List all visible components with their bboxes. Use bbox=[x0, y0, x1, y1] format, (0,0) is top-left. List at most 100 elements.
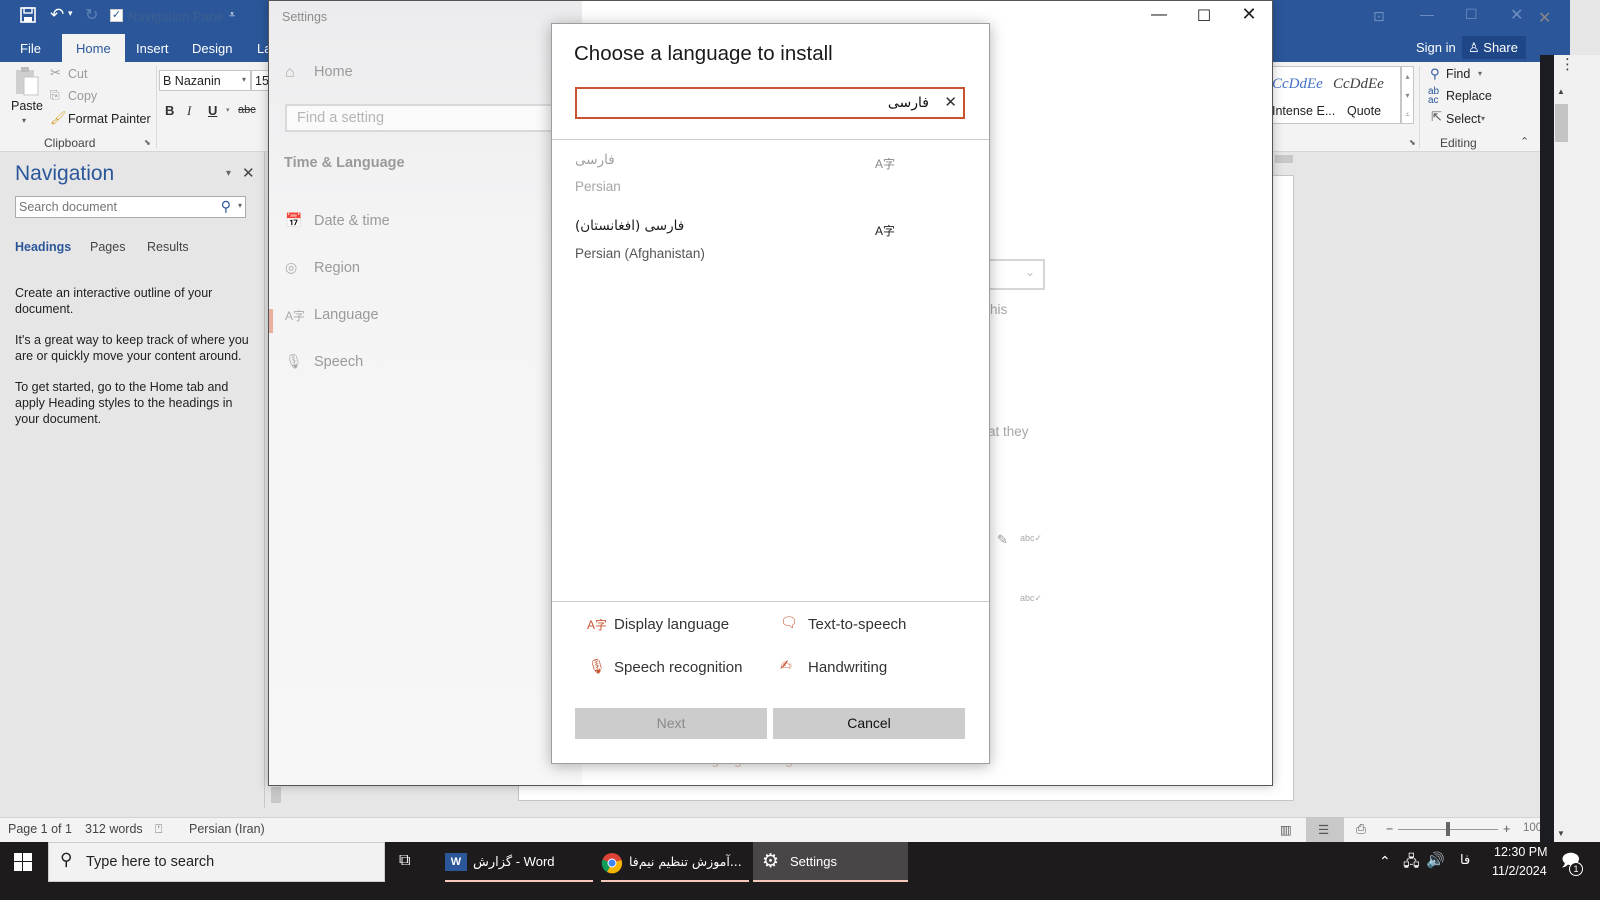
paste-button[interactable]: Paste bbox=[11, 99, 43, 113]
replace-button[interactable]: Replace bbox=[1446, 89, 1492, 103]
settings-minimize-icon[interactable]: — bbox=[1144, 6, 1174, 28]
share-button[interactable]: ♙ Share bbox=[1462, 36, 1526, 59]
clear-search-icon[interactable]: ✕ bbox=[944, 93, 957, 111]
word-icon: W bbox=[445, 853, 467, 871]
style-preview-intense[interactable]: CcDdEe bbox=[1272, 76, 1323, 93]
tab-file[interactable]: File bbox=[20, 38, 41, 59]
tab-design[interactable]: Design bbox=[192, 38, 232, 59]
volume-icon[interactable]: 🔊 bbox=[1426, 851, 1445, 869]
sign-in-link[interactable]: Sign in bbox=[1416, 40, 1456, 55]
nav-help-text: To get started, go to the Home tab and a… bbox=[15, 380, 233, 426]
customize-qat-icon[interactable]: ⩡ bbox=[229, 9, 235, 22]
taskbar-search-box[interactable]: ⚲ Type here to search bbox=[48, 842, 385, 882]
chevron-down-icon: ⌄ bbox=[1024, 265, 1035, 279]
show-hidden-icons[interactable]: ⌃ bbox=[1379, 853, 1391, 870]
save-icon[interactable] bbox=[20, 7, 36, 27]
nav-options-icon[interactable]: ▾ bbox=[226, 168, 231, 179]
nav-tab-headings[interactable]: Headings bbox=[15, 240, 71, 254]
network-icon[interactable]: 🖧 bbox=[1403, 851, 1420, 876]
zoom-out-button[interactable]: − bbox=[1386, 822, 1393, 836]
word-count[interactable]: 312 words bbox=[85, 822, 143, 836]
find-setting-box[interactable]: Find a setting bbox=[285, 104, 585, 132]
tab-insert[interactable]: Insert bbox=[136, 38, 169, 59]
taskbar-app-chrome[interactable]: ...آموزش تنظیم نیم‌فا bbox=[601, 842, 749, 882]
nav-tab-results[interactable]: Results bbox=[147, 240, 189, 254]
ribbon-display-options-icon[interactable]: ⊡ bbox=[1373, 8, 1385, 25]
handwriting-feature-icon: ✎ bbox=[997, 532, 1008, 547]
vertical-scrollbar[interactable] bbox=[1554, 55, 1600, 842]
undo-icon[interactable]: ↶ bbox=[50, 5, 64, 25]
collapse-ribbon-icon[interactable]: ⌃ bbox=[1520, 135, 1529, 148]
settings-home-link[interactable]: Home bbox=[314, 64, 353, 80]
find-dropdown-icon[interactable]: ▾ bbox=[1478, 69, 1482, 78]
next-button[interactable]: Next bbox=[575, 708, 767, 739]
background-close-icon[interactable]: ✕ bbox=[1538, 8, 1551, 28]
document-language[interactable]: Persian (Iran) bbox=[189, 822, 265, 836]
dialog-title: Choose a language to install bbox=[574, 42, 833, 65]
strikethrough-button[interactable]: abc bbox=[238, 104, 256, 116]
copy-button[interactable]: Copy bbox=[68, 89, 97, 103]
language-search-input[interactable] bbox=[581, 92, 929, 114]
select-button[interactable]: Select bbox=[1446, 112, 1481, 126]
paste-dropdown-icon[interactable]: ▾ bbox=[22, 116, 26, 125]
style-label-intense[interactable]: Intense E... bbox=[1272, 104, 1335, 118]
nav-search-box[interactable]: ⚲ ▾ bbox=[15, 196, 246, 218]
undo-dropdown-icon[interactable]: ▾ bbox=[68, 8, 73, 19]
settings-nav-speech[interactable]: Speech bbox=[314, 354, 363, 370]
settings-nav-language[interactable]: Language bbox=[314, 307, 379, 323]
divider bbox=[552, 601, 989, 602]
styles-scroll[interactable]: ▴ ▾ ⩡ bbox=[1401, 66, 1414, 124]
style-label-quote[interactable]: Quote bbox=[1347, 104, 1381, 118]
zoom-in-button[interactable]: + bbox=[1503, 822, 1510, 836]
word-minimize-icon[interactable]: — bbox=[1420, 6, 1434, 22]
format-painter-button[interactable]: Format Painter bbox=[68, 112, 151, 126]
search-document-input[interactable] bbox=[16, 197, 206, 217]
settings-maximize-icon[interactable]: ☐ bbox=[1189, 6, 1219, 28]
background-dropdown[interactable]: ⌄ bbox=[985, 259, 1045, 290]
bold-button[interactable]: B bbox=[165, 103, 174, 118]
proofing-icon[interactable]: ⍞ bbox=[155, 822, 163, 837]
gear-icon: ⚙ bbox=[762, 851, 780, 872]
more-options-icon[interactable]: ⋮ bbox=[1560, 55, 1575, 73]
clock-time[interactable]: 12:30 PM bbox=[1494, 845, 1548, 859]
clock-date[interactable]: 11/2/2024 bbox=[1492, 864, 1547, 878]
taskbar-app-word[interactable]: W گزارش - Word bbox=[445, 842, 593, 882]
task-view-icon[interactable]: ⧉ bbox=[399, 852, 410, 870]
paste-icon[interactable] bbox=[14, 66, 40, 101]
underline-button[interactable]: U bbox=[208, 103, 217, 118]
page-count[interactable]: Page 1 of 1 bbox=[8, 822, 72, 836]
settings-nav-date-time[interactable]: Date & time bbox=[314, 213, 390, 229]
cut-button[interactable]: Cut bbox=[68, 67, 87, 81]
word-close-icon[interactable]: ✕ bbox=[1510, 5, 1523, 25]
language-result-item[interactable] bbox=[552, 145, 989, 203]
taskbar-app-settings[interactable]: ⚙ Settings bbox=[753, 842, 908, 882]
select-dropdown-icon[interactable]: ▾ bbox=[1481, 114, 1485, 123]
settings-nav-region[interactable]: Region bbox=[314, 260, 360, 276]
scrollbar-thumb[interactable] bbox=[1555, 104, 1568, 142]
language-search-box[interactable]: ✕ bbox=[575, 87, 965, 119]
cancel-button[interactable]: Cancel bbox=[773, 708, 965, 739]
underline-dropdown-icon[interactable]: ▾ bbox=[226, 106, 230, 114]
search-dropdown-icon[interactable]: ▾ bbox=[238, 201, 242, 210]
word-maximize-icon[interactable]: ☐ bbox=[1465, 6, 1478, 23]
nav-close-icon[interactable]: ✕ bbox=[242, 164, 255, 182]
search-icon[interactable]: ⚲ bbox=[221, 198, 231, 215]
clipboard-launcher-icon[interactable]: ⬊ bbox=[144, 138, 151, 147]
scroll-down-icon[interactable]: ▼ bbox=[1557, 829, 1565, 838]
italic-button[interactable]: I bbox=[187, 103, 191, 119]
tab-home[interactable]: Home bbox=[62, 34, 125, 62]
web-layout-icon[interactable]: ⎙ bbox=[1356, 822, 1366, 837]
windows-start-icon[interactable] bbox=[14, 853, 32, 876]
style-preview-quote[interactable]: CcDdEe bbox=[1333, 76, 1384, 93]
nav-tab-pages[interactable]: Pages bbox=[90, 240, 125, 254]
zoom-slider-thumb[interactable] bbox=[1446, 822, 1450, 836]
read-mode-icon[interactable]: ▥ bbox=[1280, 822, 1292, 837]
styles-launcher-icon[interactable]: ⬊ bbox=[1409, 138, 1416, 147]
font-name-select[interactable]: B Nazanin ▾ bbox=[159, 70, 251, 91]
settings-close-icon[interactable]: ✕ bbox=[1234, 4, 1264, 26]
find-button[interactable]: Find bbox=[1446, 67, 1470, 81]
input-language-indicator[interactable]: فا bbox=[1460, 853, 1470, 868]
scroll-up-icon[interactable]: ▲ bbox=[1557, 87, 1565, 96]
nav-pane-checkbox[interactable]: ✓ bbox=[110, 9, 123, 22]
print-layout-icon: ☰ bbox=[1318, 823, 1330, 837]
